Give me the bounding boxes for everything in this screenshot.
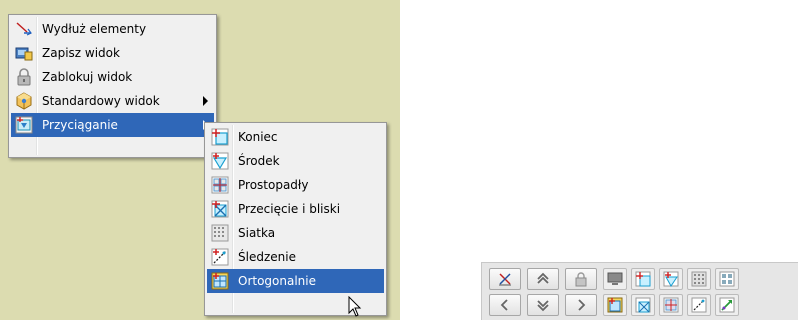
submenu-item-label: Środek — [238, 154, 280, 168]
snap-end-icon — [635, 271, 651, 287]
submenu-item-grid[interactable]: Siatka — [207, 221, 384, 245]
submenu-item-label: Przecięcie i bliski — [238, 202, 341, 216]
snap-perpendicular-icon — [211, 176, 229, 194]
snap-move-icon — [719, 297, 735, 313]
snap-intersection-icon — [635, 297, 651, 313]
snap-submenu: Koniec Środek Prostopadły Przecięcie i b… — [204, 122, 387, 316]
submenu-arrow-icon — [203, 96, 208, 106]
snap-end-icon — [211, 128, 229, 146]
snap-grid-button[interactable] — [687, 268, 711, 290]
move-left-button[interactable] — [489, 294, 521, 316]
snap-intersection-icon — [211, 200, 229, 218]
menu-item-standard-view[interactable]: Standardowy widok — [11, 89, 214, 113]
menu-item-extend-elements[interactable]: Wydłuż elementy — [11, 17, 214, 41]
submenu-item-intersection[interactable]: Przecięcie i bliski — [207, 197, 384, 221]
snap-middle-icon — [663, 271, 679, 287]
submenu-item-label: Koniec — [238, 130, 278, 144]
up-double-icon — [535, 271, 551, 287]
extend-icon — [15, 20, 33, 38]
view-toolbar — [481, 262, 798, 320]
lock-view-button[interactable] — [565, 268, 597, 290]
snap-perpendicular-icon — [663, 297, 679, 313]
down-double-icon — [535, 297, 551, 313]
snap-intersection-button[interactable] — [631, 294, 655, 316]
snap-grid-icon — [691, 271, 707, 287]
submenu-item-tracking[interactable]: Śledzenie — [207, 245, 384, 269]
snap-middle-button[interactable] — [659, 268, 683, 290]
submenu-item-label: Siatka — [238, 226, 276, 240]
monitor-icon — [607, 271, 623, 287]
lock-icon — [573, 271, 589, 287]
menu-item-lock-view[interactable]: Zablokuj widok — [11, 65, 214, 89]
move-right-button[interactable] — [565, 294, 597, 316]
menu-item-label: Przyciąganie — [42, 118, 118, 132]
submenu-item-end[interactable]: Koniec — [207, 125, 384, 149]
snap-perpendicular-2-button[interactable] — [659, 294, 683, 316]
snap-orthogonal-icon — [607, 297, 623, 313]
standard-view-icon — [15, 92, 33, 110]
snap-icon — [15, 116, 33, 134]
menu-item-label: Wydłuż elementy — [42, 22, 147, 36]
snap-perpendicular-icon — [719, 271, 735, 287]
right-icon — [573, 297, 589, 313]
snap-perpendicular-button[interactable] — [715, 268, 739, 290]
menu-item-label: Standardowy widok — [42, 94, 160, 108]
submenu-item-label: Śledzenie — [238, 250, 296, 264]
left-icon — [497, 297, 513, 313]
move-down-button[interactable] — [527, 294, 559, 316]
snap-grid-icon — [211, 224, 229, 242]
menu-item-save-view[interactable]: Zapisz widok — [11, 41, 214, 65]
monitor-button[interactable] — [603, 268, 627, 290]
submenu-item-perpendicular[interactable]: Prostopadły — [207, 173, 384, 197]
lock-icon — [15, 68, 33, 86]
save-view-icon — [15, 44, 33, 62]
zoom-extents-icon — [497, 271, 513, 287]
submenu-item-middle[interactable]: Środek — [207, 149, 384, 173]
context-menu: Wydłuż elementy Zapisz widok Zablokuj wi… — [8, 14, 217, 158]
submenu-item-orthogonal[interactable]: Ortogonalnie — [207, 269, 384, 293]
snap-tracking-icon — [691, 297, 707, 313]
menu-item-label: Zablokuj widok — [42, 70, 133, 84]
menu-item-snapping[interactable]: Przyciąganie — [11, 113, 214, 137]
snap-middle-icon — [211, 152, 229, 170]
submenu-item-label: Prostopadły — [238, 178, 309, 192]
snap-move-button[interactable] — [715, 294, 739, 316]
submenu-item-label: Ortogonalnie — [238, 274, 316, 288]
snap-orthogonal-icon — [211, 272, 229, 290]
snap-end-button[interactable] — [631, 268, 655, 290]
menu-item-label: Zapisz widok — [42, 46, 120, 60]
snap-orthogonal-button[interactable] — [603, 294, 627, 316]
move-up-button[interactable] — [527, 268, 559, 290]
zoom-extents-button[interactable] — [489, 268, 521, 290]
snap-tracking-icon — [211, 248, 229, 266]
snap-tracking-button[interactable] — [687, 294, 711, 316]
mouse-cursor-icon — [348, 295, 362, 318]
